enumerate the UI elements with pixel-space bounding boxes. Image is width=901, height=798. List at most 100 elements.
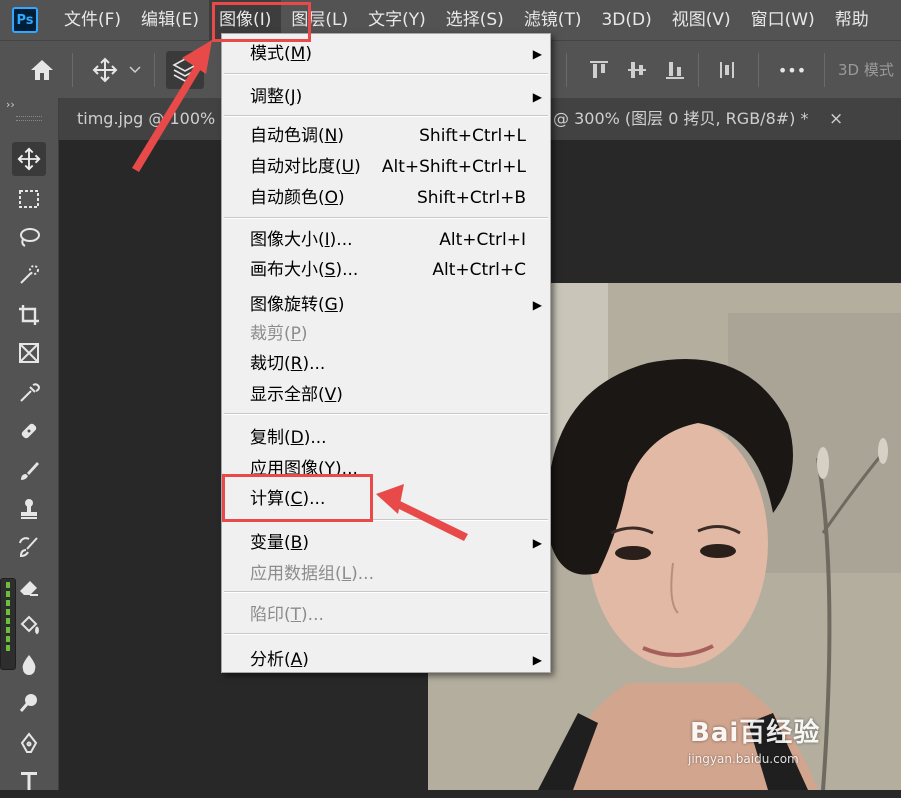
home-icon[interactable] (22, 41, 62, 99)
menu-item-label: 应用数据组(L)... (250, 559, 374, 589)
align-top-icon[interactable] (586, 41, 612, 99)
move-tool-icon[interactable] (12, 142, 46, 176)
menu-item-label: 调整(J) (250, 82, 302, 112)
menu-item-text: 分析( (250, 650, 291, 670)
menu-item-text-tail: )... (301, 605, 324, 625)
document-tab-active[interactable]: @ 300% (图层 0 拷贝, RGB/8#) * (553, 98, 808, 140)
menu-item-shortcut: Shift+Ctrl+B (416, 188, 526, 208)
menu-item-text-tail: ) (295, 87, 303, 107)
auto-select-layer-button[interactable] (166, 51, 204, 89)
menu-item-label: 自动颜色(O) (250, 183, 345, 213)
menu-3d[interactable]: 3D(D) (591, 0, 661, 40)
clone-stamp-tool-icon[interactable] (12, 492, 46, 526)
menu-item-label: 复制(D)... (250, 423, 327, 453)
crop-tool-icon[interactable] (12, 298, 46, 332)
menu-item-accelerator: R (290, 354, 303, 374)
submenu-arrow-icon: ▶ (532, 536, 542, 550)
menu-item-text: 自动对比度( (250, 157, 342, 177)
document-tab-timg[interactable]: timg.jpg @ 100% (77, 98, 216, 140)
submenu-arrow-icon: ▶ (532, 47, 542, 61)
marquee-tool-icon[interactable] (12, 182, 46, 216)
menu-item-text: 自动颜色( (250, 188, 325, 208)
watermark-logo: Bai百经验 (690, 718, 821, 748)
menu-item-label: 图像大小(I)... (250, 225, 353, 255)
close-tab-icon[interactable]: × (829, 98, 843, 140)
menu-item-label: 模式(M) (250, 39, 312, 69)
healing-brush-tool-icon[interactable] (12, 414, 46, 448)
image-menu-item-m[interactable]: 模式(M) ▶ (222, 39, 550, 69)
image-menu-item-n[interactable]: 自动色调(N) Shift+Ctrl+L (222, 121, 550, 151)
image-menu-item-u[interactable]: 自动对比度(U) Alt+Shift+Ctrl+L (222, 152, 550, 182)
panel-grip[interactable] (16, 116, 42, 121)
menu-separator (224, 73, 548, 75)
menu-separator (224, 591, 548, 593)
menu-edit[interactable]: 编辑(E) (131, 0, 209, 40)
menu-separator (224, 633, 548, 635)
menu-item-shortcut: Alt+Ctrl+I (439, 230, 526, 250)
image-menu-item-g[interactable]: 图像旋转(G) ▶ (222, 290, 550, 320)
menu-item-text: 变量( (250, 533, 291, 553)
image-menu-item-b[interactable]: 变量(B) ▶ (222, 528, 550, 558)
menu-item-text-tail: )... (335, 260, 359, 280)
lasso-tool-icon[interactable] (12, 220, 46, 254)
image-menu-item-r[interactable]: 裁切(R)... (222, 349, 550, 379)
pen-tool-icon[interactable] (12, 726, 46, 760)
dodge-tool-icon[interactable] (12, 686, 46, 720)
image-menu-item-o[interactable]: 自动颜色(O) Shift+Ctrl+B (222, 183, 550, 213)
menu-item-label: 变量(B) (250, 528, 309, 558)
menu-item-text-tail: )... (302, 354, 326, 374)
image-menu-item-d[interactable]: 复制(D)... (222, 423, 550, 453)
menu-item-accelerator: G (324, 295, 338, 315)
menu-separator (224, 217, 548, 219)
menu-item-accelerator: V (324, 385, 337, 405)
eraser-tool-icon[interactable] (12, 570, 46, 604)
align-vertical-center-icon[interactable] (624, 41, 650, 99)
menu-separator (224, 413, 548, 415)
more-options-button[interactable]: ••• (772, 41, 812, 99)
menu-window[interactable]: 窗口(W) (741, 0, 825, 40)
type-tool-icon[interactable] (12, 764, 46, 798)
menu-item-accelerator: B (290, 533, 303, 553)
menu-help[interactable]: 帮助 (825, 0, 879, 40)
menu-item-text: 陷印( (250, 605, 291, 625)
menu-item-text-tail: ) (337, 126, 344, 146)
submenu-arrow-icon: ▶ (532, 90, 542, 104)
distribute-icon[interactable] (714, 41, 740, 99)
menu-file[interactable]: 文件(F) (54, 0, 131, 40)
menu-item-text-tail: ) (336, 385, 343, 405)
image-menu-item-j[interactable]: 调整(J) ▶ (222, 82, 550, 112)
submenu-arrow-icon: ▶ (532, 653, 542, 667)
menu-item-accelerator: S (324, 260, 336, 280)
menu-view[interactable]: 视图(V) (662, 0, 741, 40)
history-brush-tool-icon[interactable] (12, 530, 46, 564)
menu-item-text: 裁切( (250, 354, 291, 374)
menu-item-label: 陷印(T)... (250, 600, 324, 630)
menu-item-text-tail: ) (337, 295, 345, 315)
menu-item-text: 裁剪( (250, 324, 291, 344)
menu-item-text: 复制( (250, 428, 291, 448)
menu-item-accelerator: U (341, 157, 355, 177)
image-menu-item-a[interactable]: 分析(A) ▶ (222, 645, 550, 675)
paint-bucket-tool-icon[interactable] (12, 608, 46, 642)
collapse-panel-icon[interactable]: ›› (6, 98, 15, 111)
menu-item-text: 画布大小( (250, 260, 325, 280)
quick-selection-tool-icon[interactable] (12, 258, 46, 292)
move-options-icon[interactable] (88, 41, 122, 99)
image-menu-item-l: 应用数据组(L)... (222, 559, 550, 589)
frame-tool-icon[interactable] (12, 336, 46, 370)
image-menu-item-i[interactable]: 图像大小(I)... Alt+Ctrl+I (222, 225, 550, 255)
menu-item-text-tail: ) (354, 157, 361, 177)
menu-item-text-tail: ) (302, 533, 309, 553)
blur-tool-icon[interactable] (12, 648, 46, 682)
menu-item-label: 图像旋转(G) (250, 290, 344, 320)
menu-item-text-tail: ) (338, 188, 345, 208)
image-menu-item-v[interactable]: 显示全部(V) (222, 380, 550, 410)
align-bottom-icon[interactable] (662, 41, 688, 99)
chevron-down-icon[interactable] (126, 41, 144, 99)
image-menu-item-t: 陷印(T)... (222, 600, 550, 630)
brush-tool-icon[interactable] (12, 454, 46, 488)
tools-panel: ›› (0, 98, 59, 790)
menu-item-text: 图像大小( (250, 230, 325, 250)
image-menu-item-s[interactable]: 画布大小(S)... Alt+Ctrl+C (222, 255, 550, 285)
eyedropper-tool-icon[interactable] (12, 376, 46, 410)
